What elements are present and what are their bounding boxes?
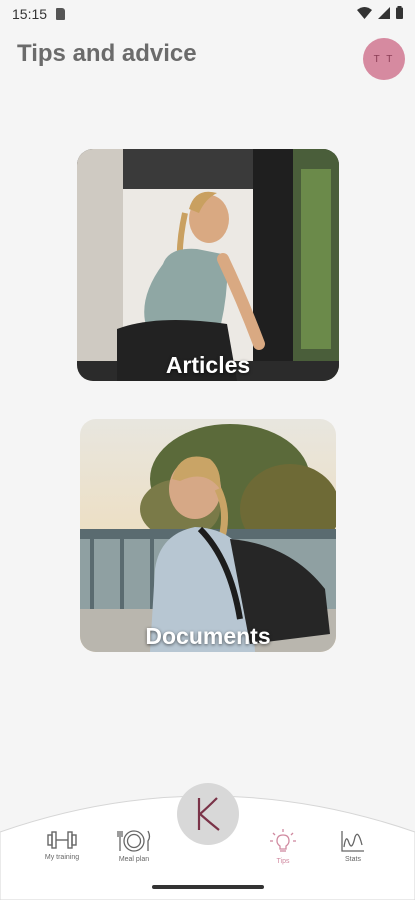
nav-label-meal-plan: Meal plan: [118, 856, 150, 863]
articles-card[interactable]: Articles: [77, 149, 339, 381]
wifi-icon: [357, 6, 372, 19]
header: Tips and advice T T: [17, 38, 405, 80]
battery-icon: [396, 6, 403, 19]
nav-item-tips[interactable]: Tips: [253, 829, 313, 865]
avatar[interactable]: T T: [363, 38, 405, 80]
nav-item-stats[interactable]: Stats: [323, 829, 383, 863]
page-title: Tips and advice: [17, 40, 197, 67]
nav-label-stats: Stats: [345, 856, 361, 863]
k-logo-icon: [197, 797, 220, 831]
status-icons: [357, 6, 403, 19]
signal-icon: [378, 6, 390, 19]
center-logo-button[interactable]: [177, 783, 239, 845]
nav-label-my-training: My training: [44, 854, 80, 861]
articles-label: Articles: [165, 352, 251, 378]
nav-item-my-training[interactable]: My training: [32, 829, 92, 861]
status-time: 15:15: [12, 6, 48, 22]
dumbbell-icon: [47, 831, 77, 849]
nav-item-meal-plan[interactable]: Meal plan: [104, 829, 164, 863]
documents-card[interactable]: Documents: [80, 419, 336, 652]
documents-image: [80, 419, 336, 652]
documents-label: Documents: [145, 623, 271, 649]
sd-card-icon: [56, 8, 65, 20]
home-indicator[interactable]: [152, 885, 264, 889]
articles-image: [77, 149, 339, 381]
plate-cutlery-icon: [117, 830, 151, 852]
status-bar: 15:15: [0, 0, 415, 28]
lightbulb-icon: [270, 829, 296, 852]
nav-label-tips: Tips: [276, 858, 290, 865]
chart-icon: [341, 831, 364, 852]
